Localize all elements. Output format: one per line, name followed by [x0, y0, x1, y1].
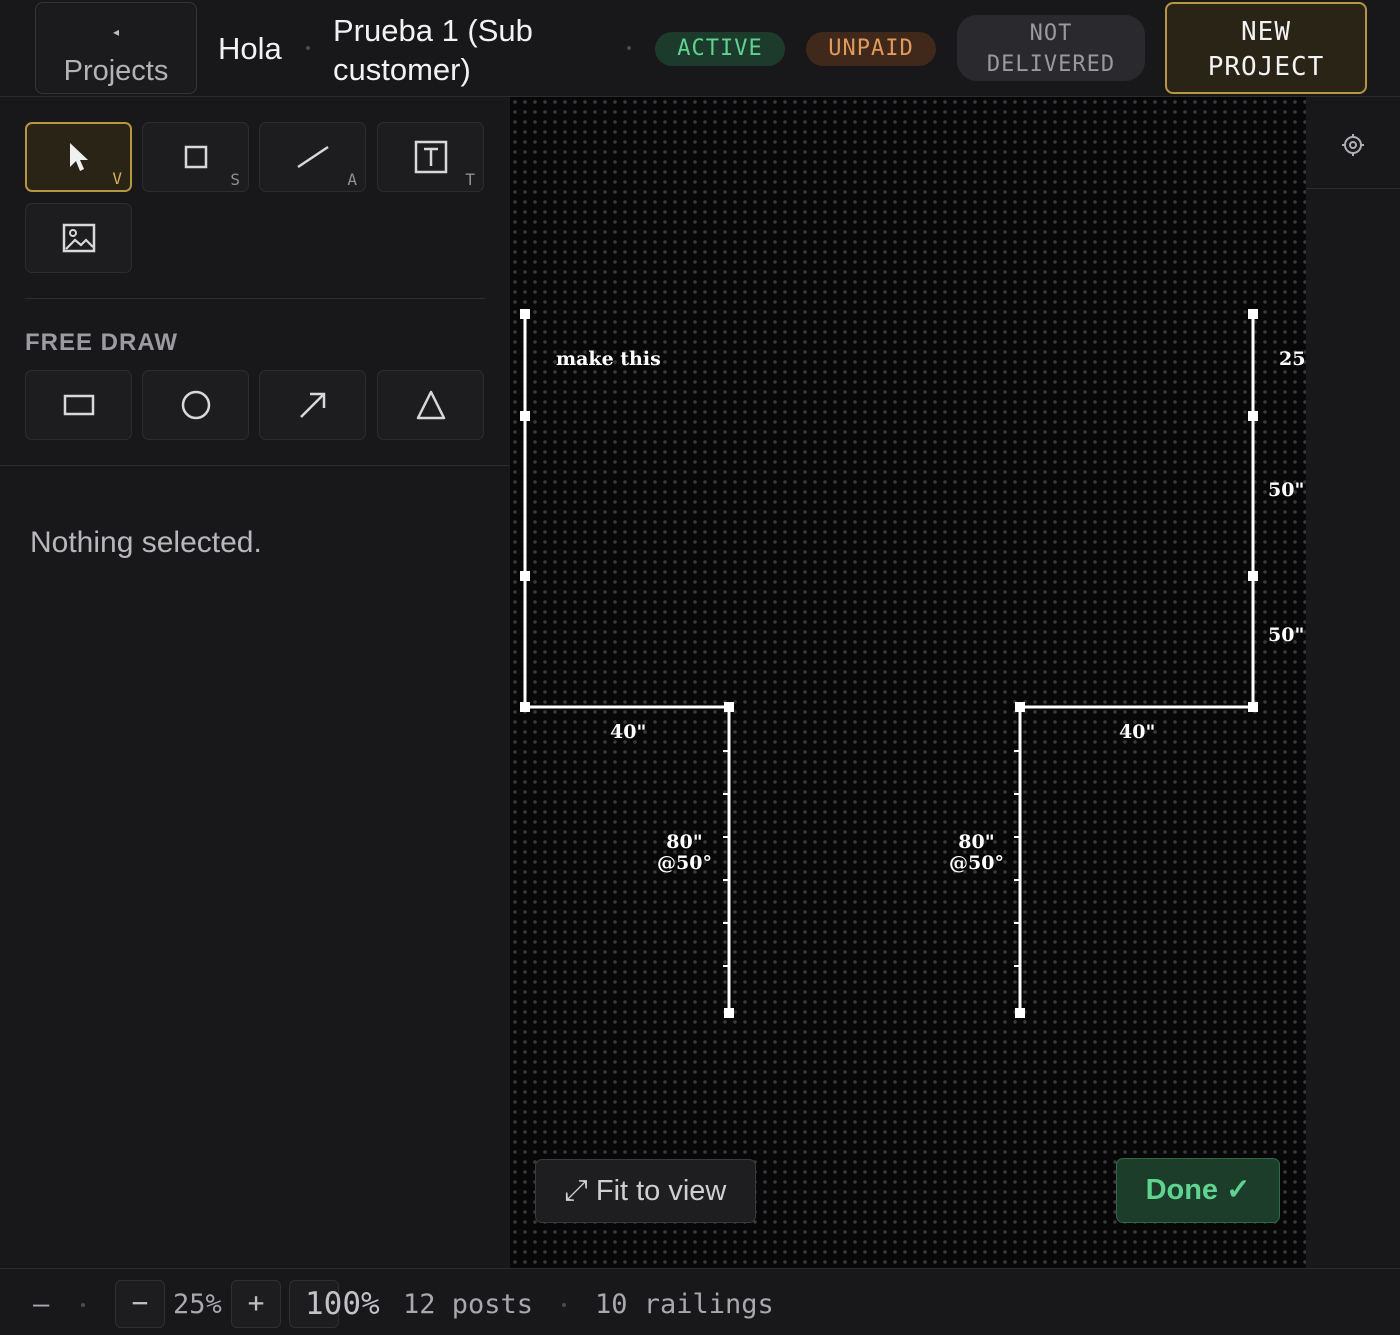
shortcut-key: A	[347, 170, 357, 189]
cursor-icon	[69, 143, 88, 171]
divider	[25, 298, 485, 299]
tool-image[interactable]	[25, 203, 132, 273]
selection-empty-message: Nothing selected.	[30, 526, 262, 559]
title-separator	[627, 46, 631, 50]
triangle-icon	[416, 390, 445, 420]
square-icon	[184, 145, 207, 169]
free-draw-triangle[interactable]	[377, 370, 484, 440]
shortcut-key: S	[230, 170, 240, 189]
status-bar: — − 25% + 100% 12 posts 10 railings	[0, 1268, 1400, 1335]
zoom-in-button[interactable]: +	[231, 1280, 281, 1328]
tool-select[interactable]: V	[25, 122, 132, 192]
left-railing-path	[523, 314, 731, 1013]
post-marker	[1248, 309, 1258, 319]
zoom-level: 25%	[173, 1289, 222, 1320]
status-badge-active[interactable]: ACTIVE	[655, 32, 785, 66]
right-railing-path	[1018, 314, 1255, 1013]
free-draw-rectangle[interactable]	[25, 370, 132, 440]
railing-drawing	[520, 309, 1258, 1018]
gear-icon	[1342, 134, 1364, 156]
zoom-out-button[interactable]: −	[115, 1280, 165, 1328]
chevron-left-icon: ◂	[112, 25, 120, 39]
post-marker	[520, 309, 530, 319]
dimension-label[interactable]: 40"	[610, 722, 646, 743]
shortcut-key: T	[465, 170, 475, 189]
post-marker	[1248, 702, 1258, 712]
tool-panel: V S A T FREE DRAW Nothing selected.	[0, 98, 510, 1268]
arrow-icon	[299, 392, 325, 418]
post-count: 12 posts	[403, 1289, 534, 1320]
circle-icon	[181, 390, 210, 420]
new-project-button[interactable]: NEW PROJECT	[1165, 2, 1367, 94]
dimension-label[interactable]: 50"	[1268, 480, 1304, 501]
footer-separator	[81, 1303, 85, 1307]
status-badge-delivery[interactable]: NOT DELIVERED	[957, 15, 1145, 81]
post-marker	[1015, 702, 1025, 712]
dimension-label-angled[interactable]: 80" @50°	[949, 832, 1004, 874]
line-icon	[296, 145, 329, 169]
free-draw-circle[interactable]	[142, 370, 249, 440]
settings-button[interactable]	[1306, 97, 1400, 189]
fit-to-view-button[interactable]: ⤢ Fit to view	[535, 1159, 756, 1223]
project-title: Prueba 1 (Sub customer)	[333, 13, 533, 87]
dimension-label-angled[interactable]: 80" @50°	[657, 832, 712, 874]
shortcut-key: V	[112, 169, 122, 188]
free-draw-title: FREE DRAW	[25, 329, 178, 356]
tool-rectangle[interactable]: S	[142, 122, 249, 192]
post-marker	[1248, 411, 1258, 421]
rectangle-icon	[63, 394, 94, 416]
dimension-label[interactable]: 25	[1279, 349, 1305, 370]
back-to-projects-button[interactable]: ◂ Projects	[35, 2, 197, 94]
properties-panel	[1306, 97, 1400, 1268]
canvas-note[interactable]: make this	[556, 349, 661, 370]
text-box-icon	[414, 140, 447, 174]
footer-dash: —	[33, 1289, 50, 1320]
dimension-label[interactable]: 50"	[1268, 625, 1304, 646]
tool-line[interactable]: A	[259, 122, 366, 192]
drawing-canvas[interactable]: make this 25 50" 50" 40" 40" 80" @50° 80…	[510, 97, 1306, 1268]
post-marker	[1248, 571, 1258, 581]
dimension-label[interactable]: 40"	[1119, 722, 1155, 743]
image-icon	[62, 223, 95, 253]
free-draw-arrow[interactable]	[259, 370, 366, 440]
divider	[0, 465, 510, 466]
post-marker	[520, 571, 530, 581]
done-button[interactable]: Done ✓	[1116, 1158, 1280, 1223]
tool-text[interactable]: T	[377, 122, 484, 192]
footer-separator	[562, 1303, 566, 1307]
post-marker	[1015, 1008, 1025, 1018]
top-bar: ◂ Projects Hola Prueba 1 (Sub customer) …	[0, 0, 1400, 97]
post-marker	[520, 411, 530, 421]
reset-zoom-label[interactable]: 100%	[305, 1286, 380, 1322]
breadcrumb-customer[interactable]: Hola	[218, 31, 282, 67]
back-label: Projects	[63, 55, 169, 87]
status-badge-payment[interactable]: UNPAID	[806, 32, 936, 66]
railing-count: 10 railings	[595, 1289, 774, 1320]
post-marker	[724, 702, 734, 712]
post-marker	[520, 702, 530, 712]
post-marker	[724, 1008, 734, 1018]
breadcrumb-separator	[306, 46, 310, 50]
